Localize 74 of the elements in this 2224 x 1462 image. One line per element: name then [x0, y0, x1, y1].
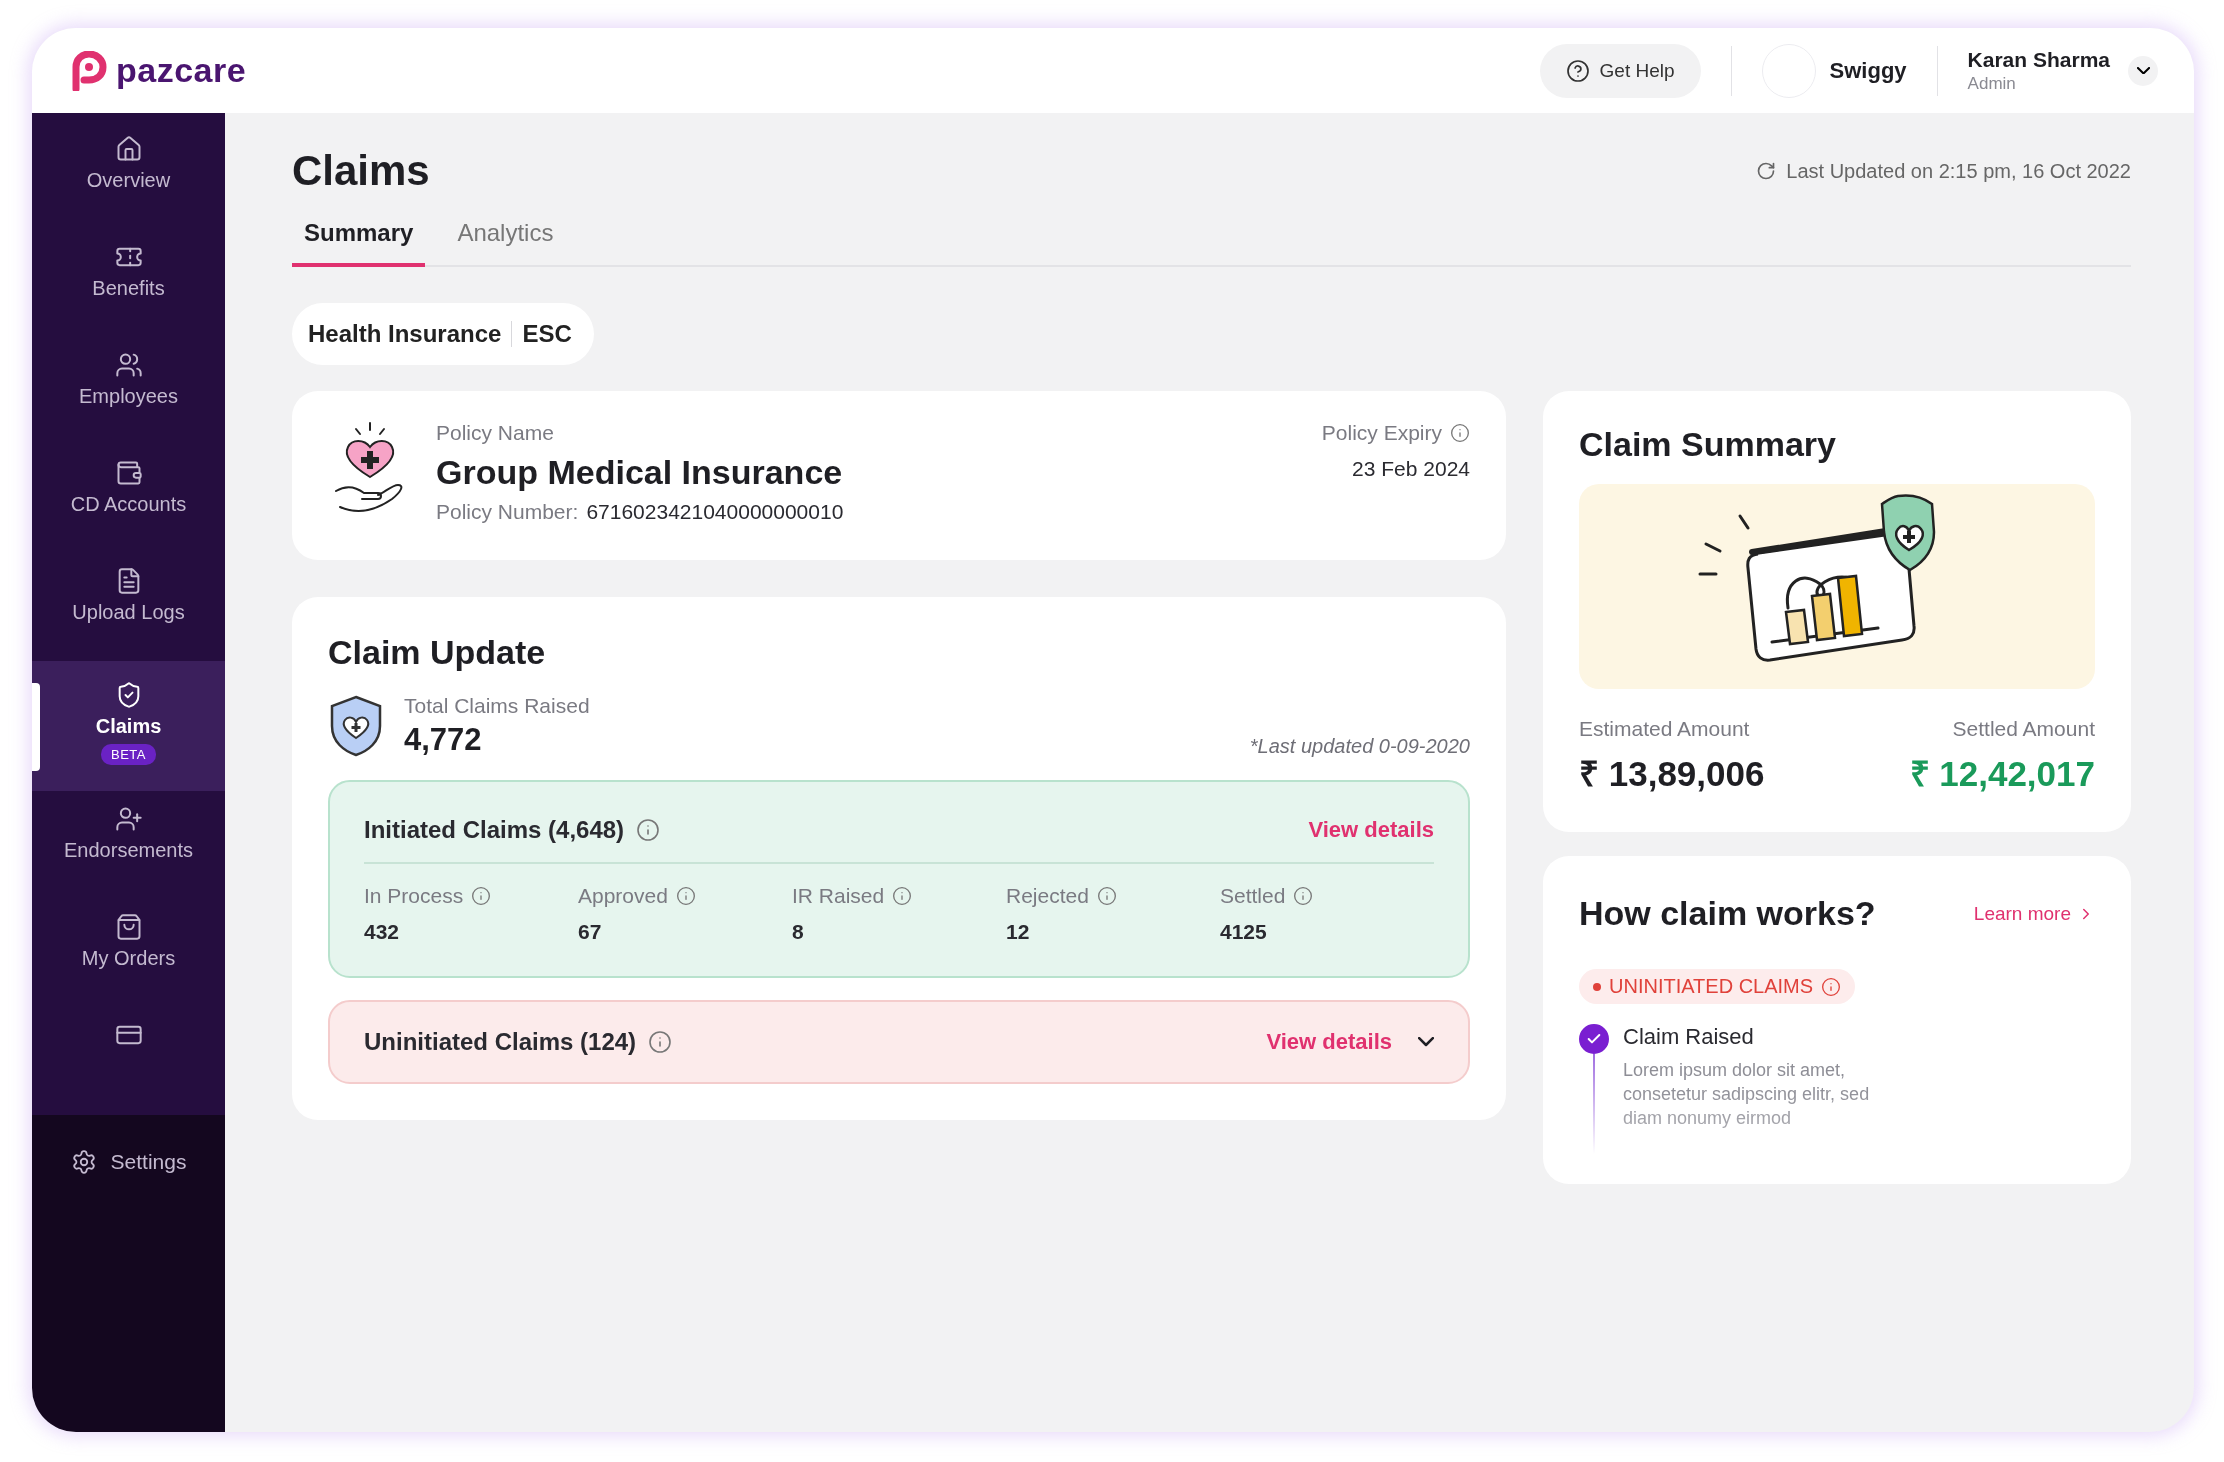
info-icon — [648, 1030, 673, 1054]
tab[interactable]: Analytics — [445, 209, 566, 267]
how-claim-works-title: How claim works? — [1579, 894, 1876, 933]
claim-status-label: Rejected — [1006, 884, 1089, 908]
policy-name: Group Medical Insurance — [436, 453, 843, 492]
policy-filter-option: Health Insurance — [308, 320, 502, 348]
last-updated-note: *Last updated 0-09-2020 — [1249, 735, 1470, 758]
info-icon — [1096, 886, 1117, 906]
policy-name-label: Policy Name — [436, 421, 554, 445]
company-name: Swiggy — [1829, 57, 1907, 84]
step-description: Lorem ipsum dolor sit amet, consetetur sadipscing elitr, sed diam nonumy eirmod — [1623, 1059, 1871, 1130]
claim-update-title: Claim Update — [328, 633, 546, 671]
user-name: Karan Sharma — [1967, 47, 2110, 72]
policy-expiry-date: 23 Feb 2024 — [1352, 457, 1470, 481]
refresh-icon — [1756, 161, 1777, 181]
info-icon — [471, 886, 492, 906]
sidebar-item[interactable]: Benefits — [32, 229, 225, 337]
claim-summary-title: Claim Summary — [1579, 425, 1836, 463]
settled-amount-label: Settled Amount — [1952, 717, 2095, 741]
claim-status-count: 4125 — [1220, 920, 1267, 944]
settled-amount: ₹ 12,42,017 — [1909, 753, 2095, 795]
claim-status-label: IR Raised — [792, 884, 885, 908]
total-claims-value: 4,772 — [404, 722, 482, 758]
status-dot — [1593, 982, 1601, 991]
step-title: Claim Raised — [1623, 1024, 1754, 1050]
sidebar-item[interactable]: Overview — [32, 121, 225, 229]
learn-more-link[interactable]: Learn more — [1973, 902, 2095, 925]
info-icon — [892, 886, 913, 906]
add-user-icon — [114, 805, 143, 833]
sidebar-item[interactable]: Endorsements — [32, 791, 225, 899]
policy-number: 6716023421040000000010 — [586, 500, 844, 524]
claim-status-count: 67 — [578, 920, 602, 944]
users-icon — [114, 351, 143, 379]
initiated-claims-title: Initiated Claims (4,648) — [364, 816, 625, 844]
uninitiated-claims-title: Uninitiated Claims (124) — [364, 1028, 637, 1056]
get-help-button[interactable]: Get Help — [1539, 43, 1701, 98]
info-icon — [675, 886, 696, 906]
beta-badge: BETA — [101, 744, 156, 765]
estimated-amount-label: Estimated Amount — [1579, 717, 1750, 741]
shield-heart-icon — [328, 694, 384, 758]
policy-filter-option: ESC — [522, 320, 572, 348]
info-icon — [636, 818, 661, 842]
view-details-link[interactable]: View details — [1308, 817, 1434, 843]
last-updated-text: Last Updated on 2:15 pm, 16 Oct 2022 — [1786, 159, 2131, 183]
user-role: Admin — [1967, 73, 2017, 94]
uninitiated-claims-tag: UNINITIATED CLAIMS — [1579, 969, 1856, 1004]
claim-status-label: In Process — [364, 884, 464, 908]
claim-status-count: 432 — [364, 920, 400, 944]
chevron-down-icon — [2136, 66, 2150, 75]
claim-status-count: 12 — [1006, 920, 1030, 944]
sidebar-item[interactable]: My Orders — [32, 899, 225, 1007]
info-icon — [1821, 976, 1842, 997]
settings-icon — [70, 1149, 97, 1175]
sidebar-item[interactable]: CD Accounts — [32, 445, 225, 553]
sidebar-item[interactable]: Upload Logs — [32, 553, 225, 661]
tab[interactable]: Summary — [292, 209, 426, 267]
claim-status-label: Settled — [1220, 884, 1286, 908]
account-menu-button[interactable] — [2128, 55, 2158, 86]
sidebar-item[interactable]: Claims BETA — [32, 661, 225, 791]
info-icon — [1293, 886, 1314, 906]
help-icon — [1565, 58, 1590, 83]
info-icon — [1450, 423, 1470, 443]
policy-filter[interactable]: Health Insurance ESC — [292, 303, 594, 365]
settings-item[interactable]: Settings — [64, 1145, 193, 1179]
policy-number-label: Policy Number: — [436, 500, 579, 524]
claim-status-label: Approved — [578, 884, 668, 908]
claim-status-count: 8 — [792, 920, 804, 944]
page-title: Claims — [292, 147, 430, 195]
brand-name: pazcare — [116, 51, 247, 90]
policy-expiry-label: Policy Expiry — [1321, 421, 1442, 445]
total-claims-label: Total Claims Raised — [404, 694, 590, 718]
sidebar-item[interactable]: Employees — [32, 337, 225, 445]
view-details-link[interactable]: View details — [1266, 1029, 1392, 1055]
estimated-amount: ₹ 13,89,006 — [1579, 753, 1765, 795]
